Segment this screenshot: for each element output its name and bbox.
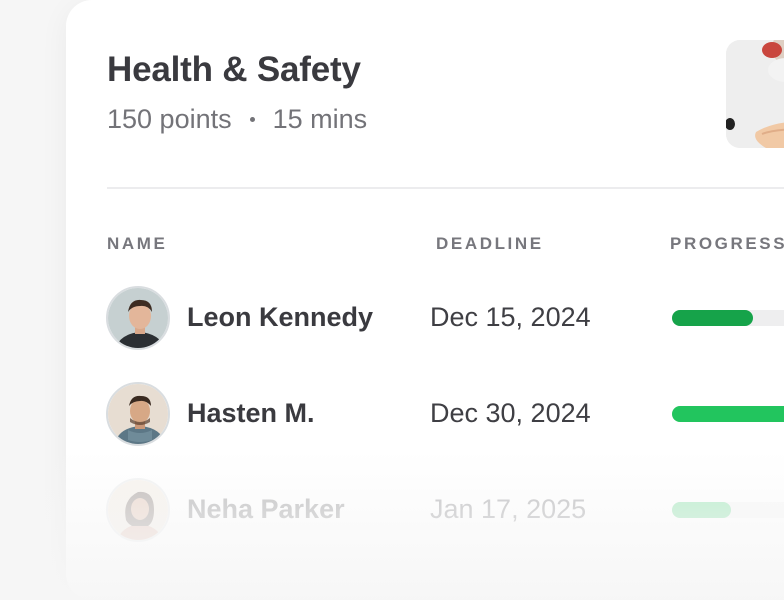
table-row[interactable]: Neha Parker Jan 17, 2025 [0,478,784,548]
hand-washing-photo-icon [726,40,784,148]
person-avatar-icon [108,384,168,444]
header-divider [107,187,784,189]
avatar[interactable] [106,382,170,446]
points-label: 150 points [107,104,232,134]
person-avatar-icon [108,480,168,540]
row-deadline: Dec 30, 2024 [430,398,591,428]
person-avatar-icon [108,288,168,348]
row-name[interactable]: Hasten M. [187,398,315,429]
separator-dot [249,117,255,122]
column-header-deadline[interactable]: DEADLINE [436,234,544,254]
row-name[interactable]: Neha Parker [187,494,345,525]
progress-fill [672,502,731,518]
column-header-progress[interactable]: PROGRESS [670,234,784,254]
progress-track [672,502,784,518]
course-title: Health & Safety [107,50,361,89]
course-thumbnail[interactable] [726,40,784,148]
row-name[interactable]: Leon Kennedy [187,302,373,333]
progress-fill [672,310,754,326]
row-deadline: Jan 17, 2025 [430,494,587,524]
canvas: Health & Safety 150 points 15 mins NAME … [0,0,784,600]
progress-track [672,406,784,422]
row-deadline: Dec 15, 2024 [430,302,591,332]
table-row[interactable]: Hasten M. Dec 30, 2024 [0,382,784,452]
duration-label: 15 mins [272,104,368,134]
column-header-name[interactable]: NAME [107,234,167,254]
progress-fill [672,406,784,422]
table-row[interactable]: Leon Kennedy Dec 15, 2024 [0,286,784,356]
course-meta: 150 points 15 mins [107,104,367,135]
progress-track [672,310,784,326]
avatar[interactable] [106,286,170,350]
avatar[interactable] [106,478,170,542]
